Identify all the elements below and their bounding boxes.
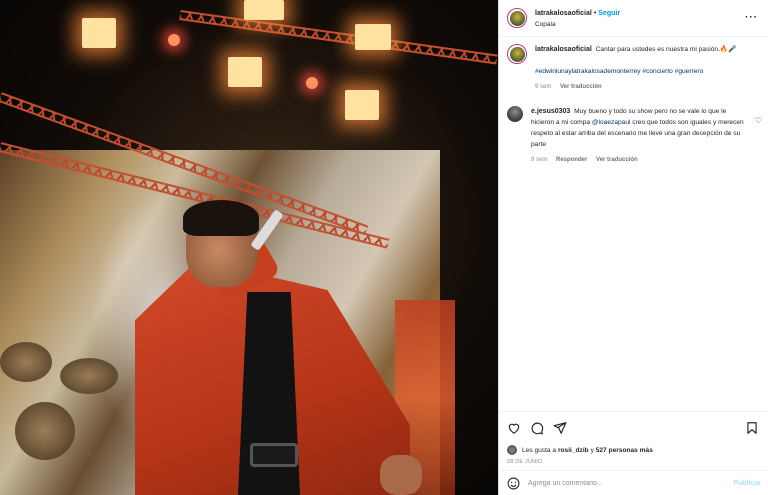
- comment-time: 9 sem: [531, 157, 548, 163]
- comment-translate-link[interactable]: Ver traducción: [596, 157, 638, 163]
- more-options-icon[interactable]: ···: [745, 12, 758, 23]
- caption: latrakalosaoficial Cantar para ustedes e…: [507, 44, 760, 93]
- singer-hair: [183, 200, 259, 236]
- post-header: latrakalosaoficial • Seguir Copala ···: [499, 0, 768, 37]
- comment-username[interactable]: e.jesus0303: [531, 108, 570, 115]
- stage-light: [244, 0, 284, 20]
- cymbal: [0, 342, 52, 382]
- follow-button[interactable]: Seguir: [598, 10, 620, 17]
- add-comment-bar: Publicar: [499, 470, 768, 495]
- post-details-panel: latrakalosaoficial • Seguir Copala ··· lat…: [498, 0, 768, 495]
- add-comment-input[interactable]: [528, 479, 718, 487]
- drum: [15, 402, 75, 460]
- comment-like-heart-icon[interactable]: ♡: [755, 116, 762, 125]
- stage-light: [228, 57, 262, 87]
- liker-avatar: [507, 445, 517, 455]
- caption-avatar[interactable]: [507, 44, 527, 64]
- like-heart-icon[interactable]: [507, 421, 521, 435]
- emoji-icon[interactable]: [507, 477, 520, 490]
- singer-hand: [380, 455, 422, 495]
- separator-dot: •: [593, 10, 597, 17]
- likes-others[interactable]: 527 personas más: [596, 447, 653, 454]
- publish-button[interactable]: Publicar: [733, 480, 761, 487]
- likes-connector: y: [590, 446, 594, 454]
- save-bookmark-icon[interactable]: [745, 421, 759, 435]
- likes-prefix: Les gusta a: [522, 446, 557, 454]
- likes-summary[interactable]: Les gusta a rosii_dzib y 527 personas má…: [507, 445, 761, 455]
- caption-username[interactable]: latrakalosaoficial: [535, 46, 592, 53]
- caption-time: 9 sem: [535, 84, 552, 90]
- commenter-avatar[interactable]: [507, 106, 523, 122]
- caption-text: Cantar para ustedes es nuestra mi pasión…: [595, 46, 737, 53]
- caption-translate-link[interactable]: Ver traducción: [560, 84, 602, 90]
- comment-mention[interactable]: @loaezapaul: [592, 119, 631, 126]
- author-username[interactable]: latrakalosaoficial: [535, 10, 592, 17]
- post-viewer: latrakalosaoficial • Seguir Copala ··· lat…: [0, 0, 768, 495]
- caption-hashtags[interactable]: #edwinlunaylatrakalosademonterrey #conci…: [535, 66, 755, 77]
- share-send-icon[interactable]: [553, 421, 567, 435]
- stage-truss-upper: [179, 10, 498, 65]
- stage-light: [345, 90, 379, 120]
- post-date[interactable]: 28 DE JUNIO: [507, 459, 761, 465]
- cymbal: [60, 358, 118, 394]
- comment: e.jesus0303 Muy bueno y todo su show per…: [507, 106, 760, 166]
- stage-light: [306, 77, 318, 89]
- belt-buckle: [250, 443, 298, 467]
- comment-bubble-icon[interactable]: [530, 421, 544, 435]
- comments-list[interactable]: latrakalosaoficial Cantar para ustedes e…: [499, 37, 768, 413]
- post-location[interactable]: Copala: [535, 19, 620, 30]
- liker-username[interactable]: rosii_dzib: [558, 447, 589, 454]
- stage-light: [82, 18, 116, 48]
- stage-light: [355, 24, 391, 50]
- author-avatar[interactable]: [507, 8, 527, 28]
- post-photo[interactable]: [0, 0, 498, 495]
- post-actions: Les gusta a rosii_dzib y 527 personas má…: [499, 411, 768, 465]
- comment-reply-link[interactable]: Responder: [556, 157, 587, 163]
- stage-light: [168, 34, 180, 46]
